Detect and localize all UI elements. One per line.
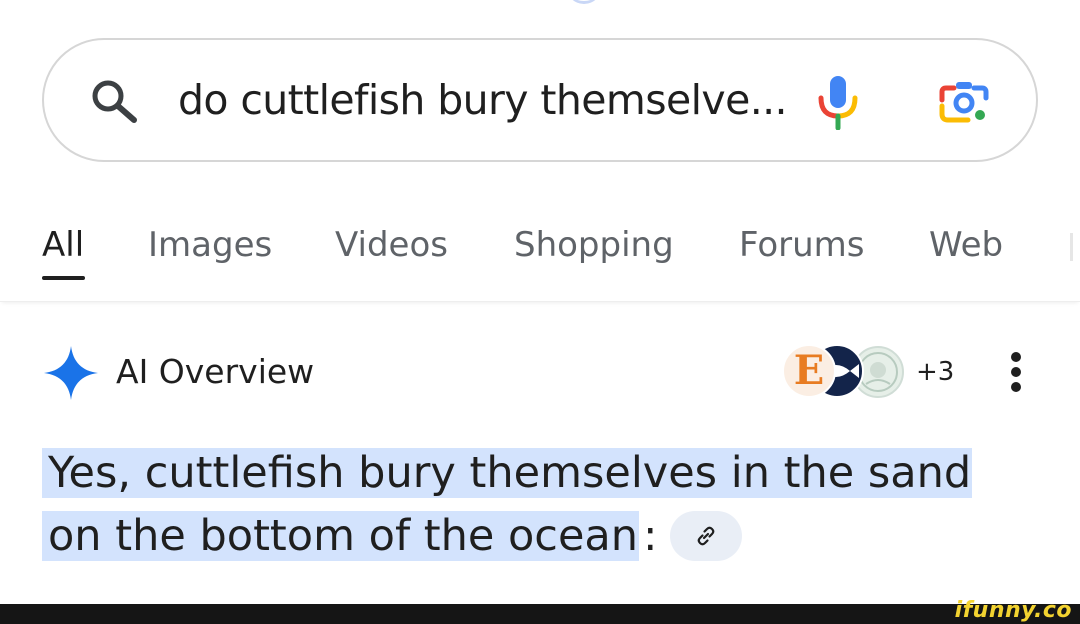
more-sources-count[interactable]: +3	[916, 352, 954, 392]
microphone-icon[interactable]	[816, 74, 860, 131]
ai-overview-answer: Yes, cuttlefish bury themselves in the s…	[42, 442, 1042, 568]
tab-videos[interactable]: Videos	[335, 219, 448, 271]
answer-highlight: Yes, cuttlefish bury themselves in the s…	[42, 448, 973, 561]
answer-line-2: on the bottom of the ocean	[48, 511, 639, 561]
more-vert-icon[interactable]	[1002, 350, 1032, 394]
search-icon[interactable]	[90, 78, 140, 124]
tab-overflow-edge[interactable]	[1070, 233, 1073, 261]
source-link-button[interactable]	[669, 510, 742, 561]
source-avatars[interactable]: E +3	[780, 340, 960, 404]
tab-forums[interactable]: Forums	[739, 219, 865, 271]
watermark-bar	[0, 604, 1080, 624]
top-arc-decoration	[566, 0, 602, 4]
answer-line-1: Yes, cuttlefish bury themselves in the s…	[48, 448, 972, 498]
ai-overview-title: AI Overview	[116, 352, 315, 391]
source-avatar-e[interactable]: E	[782, 344, 836, 398]
active-tab-indicator	[42, 276, 85, 280]
google-lens-icon[interactable]	[938, 78, 990, 126]
answer-colon: :	[643, 511, 658, 561]
link-icon	[697, 526, 714, 545]
tab-images[interactable]: Images	[148, 219, 272, 271]
tab-web[interactable]: Web	[929, 219, 1003, 271]
search-input[interactable]: do cuttlefish bury themselve...	[178, 70, 788, 130]
tab-shopping[interactable]: Shopping	[514, 219, 674, 271]
ifunny-watermark: ifunny.co	[954, 598, 1072, 623]
tab-all[interactable]: All	[42, 219, 84, 271]
search-tabs: All Images Videos Shopping Forums Web	[0, 205, 1080, 302]
sparkle-icon	[42, 344, 100, 402]
